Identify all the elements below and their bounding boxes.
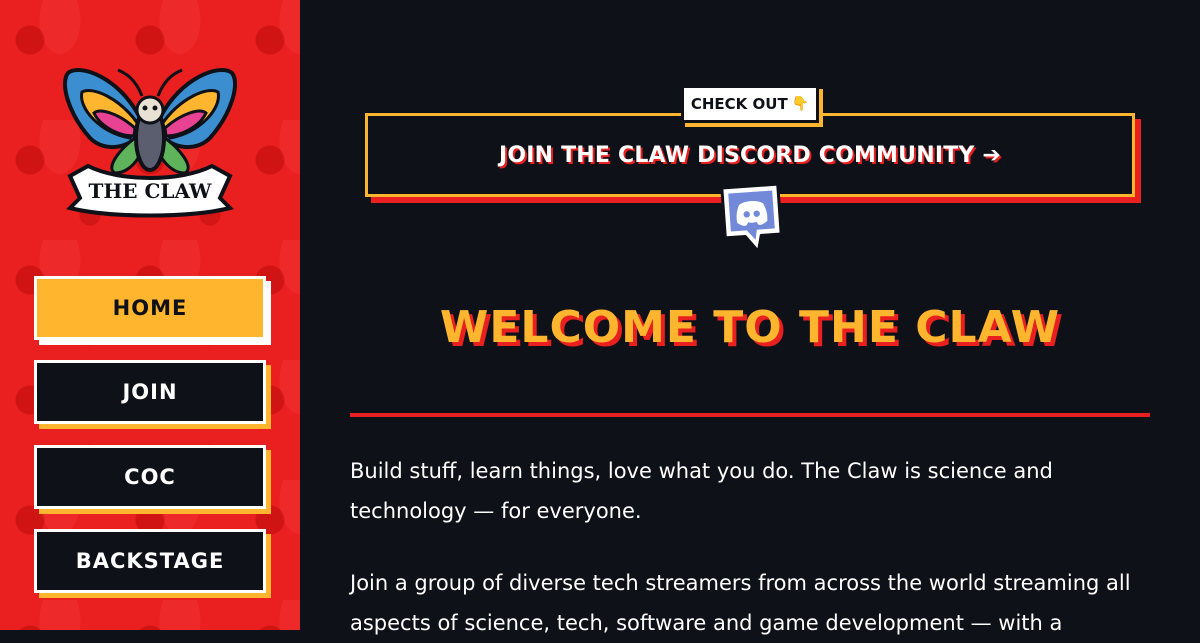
- check-out-badge: CHECK OUT 👇: [681, 85, 819, 123]
- check-out-label: CHECK OUT: [690, 95, 788, 113]
- intro-paragraph: Build stuff, learn things, love what you…: [350, 459, 1053, 523]
- moth-logo-icon[interactable]: THE CLAW: [60, 58, 240, 218]
- discord-banner-text: JOIN THE CLAW DISCORD COMMUNITY ➔: [498, 142, 1002, 168]
- sidebar: THE CLAW HOME JOIN COC BACKSTAGE: [0, 0, 300, 630]
- discord-icon[interactable]: [713, 178, 790, 259]
- nav-join-button[interactable]: JOIN: [34, 360, 266, 424]
- nav-join-label: JOIN: [122, 380, 178, 404]
- nav-home-label: HOME: [112, 296, 188, 320]
- nav-home-button[interactable]: HOME: [34, 276, 266, 340]
- nav-backstage-label: BACKSTAGE: [75, 549, 225, 573]
- divider: [350, 413, 1150, 417]
- nav-coc-button[interactable]: COC: [34, 445, 266, 509]
- description-paragraph: Join a group of diverse tech streamers f…: [350, 571, 1131, 635]
- nav-coc-label: COC: [124, 465, 176, 489]
- logo-text: THE CLAW: [89, 179, 212, 203]
- nav-backstage-button[interactable]: BACKSTAGE: [34, 529, 266, 593]
- page-title: WELCOME TO THE CLAW: [439, 302, 1061, 353]
- pointing-down-icon: 👇: [791, 96, 810, 112]
